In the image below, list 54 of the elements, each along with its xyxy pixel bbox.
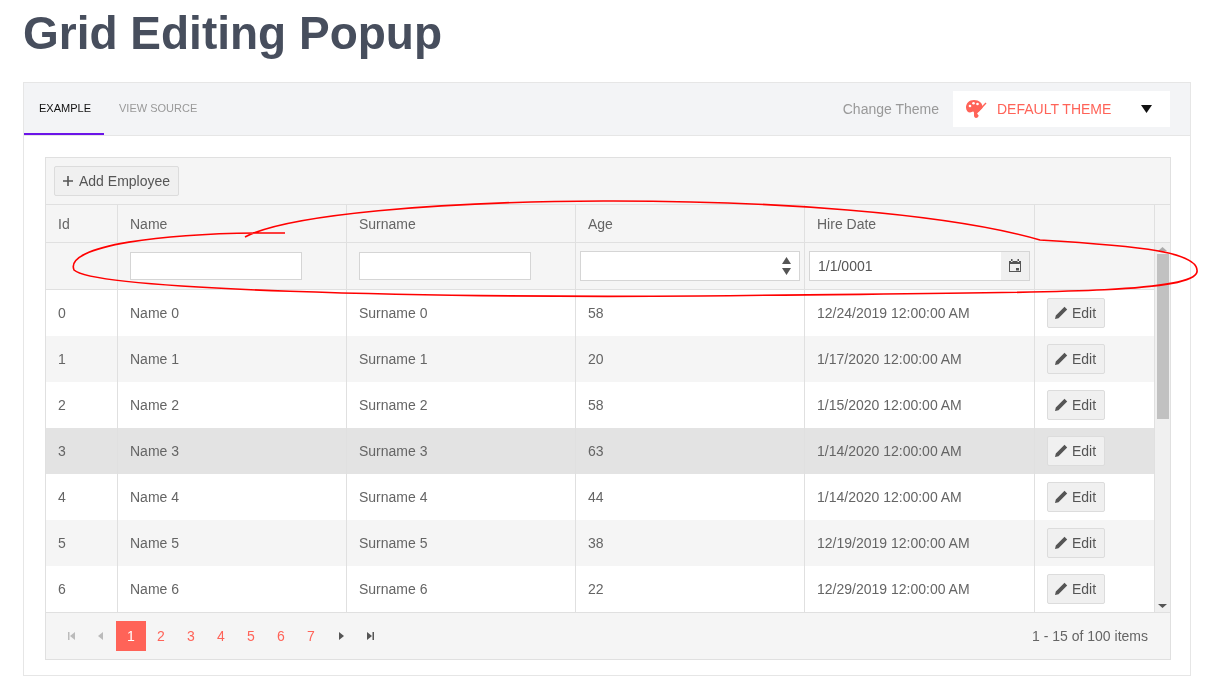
edit-button[interactable]: Edit xyxy=(1047,482,1106,512)
table-row[interactable]: 1 Name 1 Surname 1 20 1/17/2020 12:00:00 AM Edit xyxy=(46,336,1154,382)
calendar-icon[interactable] xyxy=(1008,259,1022,273)
triangle-left-icon xyxy=(96,631,106,641)
table-cell: 12/29/2019 12:00:00 AM xyxy=(804,566,1034,612)
pencil-icon xyxy=(1054,536,1068,550)
table-cell-text: 6 xyxy=(57,580,67,599)
skip-to-start-icon xyxy=(66,631,76,641)
column-header[interactable]: Hire Date xyxy=(804,205,1034,242)
skip-to-end-icon xyxy=(366,631,376,641)
spinner-icon[interactable] xyxy=(782,256,791,276)
triangle-right-icon xyxy=(336,631,346,641)
edit-button[interactable]: Edit xyxy=(1047,436,1106,466)
tab[interactable]: EXAMPLE xyxy=(24,83,104,135)
date-filter-field[interactable]: 1/1/0001 xyxy=(809,251,1030,281)
caret-icon xyxy=(1141,105,1152,113)
table-row[interactable]: 3 Name 3 Surname 3 63 1/14/2020 12:00:00 AM Edit xyxy=(46,428,1154,474)
table-cell-text: 1 xyxy=(57,350,67,369)
table-row[interactable]: 5 Name 5 Surname 5 38 12/19/2019 12:00:00 AM Edit xyxy=(46,520,1154,566)
palette-icon xyxy=(965,99,987,119)
column-header[interactable]: Age xyxy=(575,205,804,242)
pencil-icon xyxy=(1054,352,1068,366)
filter-input[interactable] xyxy=(130,252,302,280)
page-title: Grid Editing Popup xyxy=(22,6,444,61)
table-cell-text: 2 xyxy=(57,396,67,415)
edit-button[interactable]: Edit xyxy=(1047,574,1106,604)
pencil-icon xyxy=(1054,306,1068,320)
table-cell: Name 6 xyxy=(117,566,346,612)
plus-icon xyxy=(63,176,73,186)
column-header[interactable]: Name xyxy=(117,205,346,242)
theme-label: Change Theme xyxy=(842,101,939,117)
table-cell-text: 4 xyxy=(57,488,67,507)
edit-button[interactable]: Edit xyxy=(1047,344,1106,374)
pencil-icon xyxy=(1054,582,1068,596)
pencil-icon xyxy=(1054,490,1068,504)
table-cell-text: 5 xyxy=(57,534,67,553)
scrollbar[interactable] xyxy=(1154,243,1170,612)
table-cell-text: 3 xyxy=(57,442,67,461)
table-cell: 22 xyxy=(575,566,804,612)
scroll-up-icon[interactable] xyxy=(1158,246,1167,252)
edit-button[interactable]: Edit xyxy=(1047,390,1106,420)
edit-button[interactable]: Edit xyxy=(1047,298,1106,328)
pencil-icon xyxy=(1054,398,1068,412)
table-cell-text: 0 xyxy=(57,304,67,323)
column-header[interactable]: Surname xyxy=(346,205,575,242)
column-header[interactable]: Id xyxy=(46,205,117,242)
edit-button[interactable]: Edit xyxy=(1047,528,1106,558)
pager-summary: 1 - 15 of 100 items xyxy=(1032,628,1148,644)
table-cell: Surname 6 xyxy=(346,566,575,612)
scroll-down-icon[interactable] xyxy=(1158,603,1167,609)
pencil-icon xyxy=(1054,444,1068,458)
filter-input[interactable] xyxy=(359,252,531,280)
add-employee-button[interactable]: Add Employee xyxy=(54,166,180,196)
numeric-filter-field[interactable] xyxy=(580,251,800,281)
